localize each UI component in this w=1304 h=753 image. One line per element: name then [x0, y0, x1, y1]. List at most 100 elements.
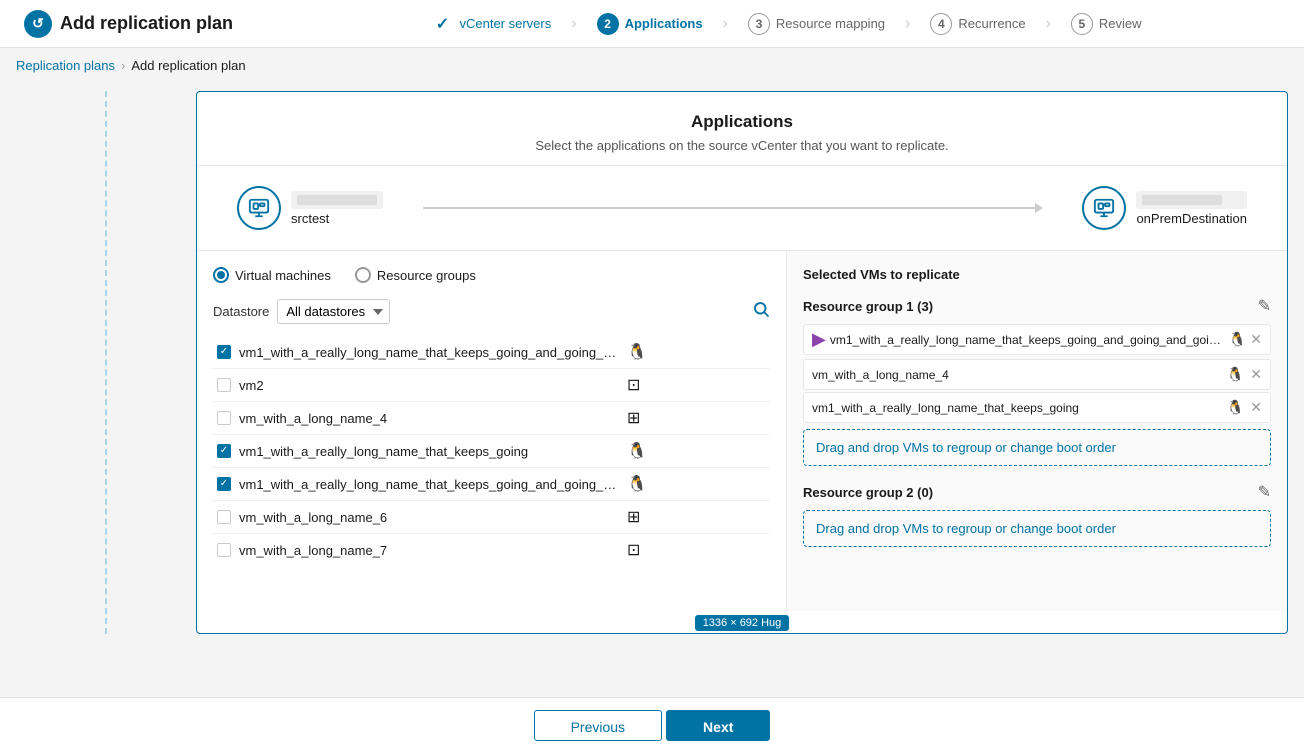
vm-checkbox-1[interactable]: [217, 378, 231, 392]
resource-group-2: Resource group 2 (0) ✎ Drag and drop VMs…: [803, 482, 1271, 547]
rg2-header: Resource group 2 (0) ✎: [803, 482, 1271, 502]
radio-rg-circle: [355, 267, 371, 283]
vm-os-icon-5: ⊞: [627, 507, 640, 527]
dimension-badge: 1336 × 692 Hug: [695, 615, 790, 631]
radio-resource-groups[interactable]: Resource groups: [355, 267, 476, 283]
vm-checkbox-6[interactable]: [217, 543, 231, 557]
vm-os-icon-2: ⊞: [627, 408, 640, 428]
vm-row: vm2 ⊡: [213, 369, 770, 402]
step-review-label: Review: [1099, 16, 1142, 31]
radio-vm-circle: [213, 267, 229, 283]
vm-os-icon-4: 🐧: [627, 474, 647, 494]
content-area: Applications Select the applications on …: [196, 91, 1288, 634]
vm-row: vm_with_a_long_name_7 ⊡: [213, 534, 770, 566]
app-header: ↺ Add replication plan ✓ vCenter servers…: [0, 0, 1304, 48]
vm-row: vm_with_a_long_name_6 ⊞: [213, 501, 770, 534]
vm-name-1: vm2: [239, 378, 619, 393]
vm-name-2: vm_with_a_long_name_4: [239, 411, 619, 426]
rg2-drag-drop[interactable]: Drag and drop VMs to regroup or change b…: [803, 510, 1271, 547]
resource-group-1: Resource group 1 (3) ✎ ▶ vm1_with_a_real…: [803, 296, 1271, 466]
main-layout: Applications Select the applications on …: [0, 83, 1304, 694]
filter-row: Datastore All datastores: [213, 299, 770, 324]
vm-row: vm1_with_a_really_long_name_that_keeps_g…: [213, 468, 770, 501]
rg2-edit-button[interactable]: ✎: [1258, 482, 1271, 502]
left-panel: Virtual machines Resource groups Datasto…: [197, 251, 787, 611]
vcenter-arrow: [383, 207, 1082, 209]
step-applications-num: 2: [597, 13, 619, 35]
step-resource-mapping[interactable]: 3 Resource mapping: [728, 13, 905, 35]
radio-group: Virtual machines Resource groups: [213, 267, 770, 283]
rg1-vm-os-1: 🐧: [1227, 366, 1244, 383]
applications-title: Applications: [221, 112, 1263, 132]
rg1-title: Resource group 1 (3): [803, 299, 933, 314]
dest-vcenter-icon: [1082, 186, 1126, 230]
selected-vms-title: Selected VMs to replicate: [803, 267, 1271, 282]
vm-checkbox-5[interactable]: [217, 510, 231, 524]
rg2-title: Resource group 2 (0): [803, 485, 933, 500]
rg1-drag-drop-text: Drag and drop VMs to regroup or change b…: [816, 440, 1116, 455]
vm-os-icon-6: ⊡: [627, 540, 640, 560]
rg2-drag-drop-text: Drag and drop VMs to regroup or change b…: [816, 521, 1116, 536]
step-review-num: 5: [1071, 13, 1093, 35]
sidebar-dashed-line: [105, 91, 107, 634]
step-resource-mapping-num: 3: [748, 13, 770, 35]
vm-row: vm1_with_a_really_long_name_that_keeps_g…: [213, 336, 770, 369]
dest-vcenter: onPremDestination: [1082, 186, 1247, 230]
applications-header: Applications Select the applications on …: [197, 92, 1287, 166]
vm-checkbox-4[interactable]: [217, 477, 231, 491]
step-vcenter[interactable]: ✓ vCenter servers: [411, 13, 571, 35]
rg1-vm-remove-1[interactable]: ✕: [1250, 366, 1262, 383]
rg1-vm-name-2: vm1_with_a_really_long_name_that_keeps_g…: [812, 401, 1221, 415]
rg1-header: Resource group 1 (3) ✎: [803, 296, 1271, 316]
rg1-vm-row-1: vm_with_a_long_name_4 🐧 ✕: [803, 359, 1271, 390]
vm-name-0: vm1_with_a_really_long_name_that_keeps_g…: [239, 345, 619, 360]
source-vcenter-ip: [291, 191, 383, 209]
breadcrumb-parent[interactable]: Replication plans: [16, 58, 115, 73]
footer: Previous Next: [0, 697, 1304, 753]
breadcrumb: Replication plans › Add replication plan: [0, 48, 1304, 83]
vcenter-row: srctest: [197, 166, 1287, 251]
datastore-select[interactable]: All datastores: [277, 299, 390, 324]
source-vcenter-info: srctest: [291, 191, 383, 226]
dest-vcenter-name: onPremDestination: [1136, 211, 1247, 226]
vm-checkbox-3[interactable]: [217, 444, 231, 458]
datastore-label: Datastore: [213, 304, 269, 319]
applications-subtitle: Select the applications on the source vC…: [221, 138, 1263, 153]
rg1-drag-drop[interactable]: Drag and drop VMs to regroup or change b…: [803, 429, 1271, 466]
previous-button[interactable]: Previous: [534, 710, 662, 741]
rg1-vm-row-2: vm1_with_a_really_long_name_that_keeps_g…: [803, 392, 1271, 423]
rg1-vm-name-1: vm_with_a_long_name_4: [812, 368, 1221, 382]
step-recurrence[interactable]: 4 Recurrence: [910, 13, 1045, 35]
wizard-steps: ✓ vCenter servers › 2 Applications › 3 R…: [293, 13, 1280, 35]
search-button[interactable]: [752, 300, 770, 323]
dest-vcenter-ip: [1136, 191, 1247, 209]
rg1-vm-os-0: 🐧: [1229, 331, 1246, 348]
vm-checkbox-0[interactable]: [217, 345, 231, 359]
source-vcenter-name: srctest: [291, 211, 383, 226]
rg1-vm-name-0: vm1_with_a_really_long_name_that_keeps_g…: [830, 333, 1225, 347]
rg1-vm-remove-2[interactable]: ✕: [1250, 399, 1262, 416]
vm-checkbox-2[interactable]: [217, 411, 231, 425]
app-title-icon: ↺: [24, 10, 52, 38]
rg1-edit-button[interactable]: ✎: [1258, 296, 1271, 316]
vm-name-5: vm_with_a_long_name_6: [239, 510, 619, 525]
vm-row: vm1_with_a_really_long_name_that_keeps_g…: [213, 435, 770, 468]
step-applications[interactable]: 2 Applications: [577, 13, 723, 35]
step-review[interactable]: 5 Review: [1051, 13, 1162, 35]
next-button[interactable]: Next: [666, 710, 770, 741]
breadcrumb-current: Add replication plan: [131, 58, 245, 73]
step-vcenter-label: vCenter servers: [459, 16, 551, 31]
vm-list: vm1_with_a_really_long_name_that_keeps_g…: [213, 336, 770, 566]
rg1-vm-list: ▶ vm1_with_a_really_long_name_that_keeps…: [803, 324, 1271, 423]
dimension-badge-container: 1336 × 692 Hug: [197, 611, 1287, 633]
rg1-vm-os-2: 🐧: [1227, 399, 1244, 416]
step-recurrence-label: Recurrence: [958, 16, 1025, 31]
step-vcenter-num: ✓: [431, 13, 453, 35]
radio-rg-label: Resource groups: [377, 268, 476, 283]
rg1-vm-remove-0[interactable]: ✕: [1250, 331, 1262, 348]
breadcrumb-separator: ›: [121, 58, 125, 73]
radio-virtual-machines[interactable]: Virtual machines: [213, 267, 331, 283]
vm-os-icon-0: 🐧: [627, 342, 647, 362]
radio-vm-label: Virtual machines: [235, 268, 331, 283]
app-title: ↺ Add replication plan: [24, 10, 233, 38]
